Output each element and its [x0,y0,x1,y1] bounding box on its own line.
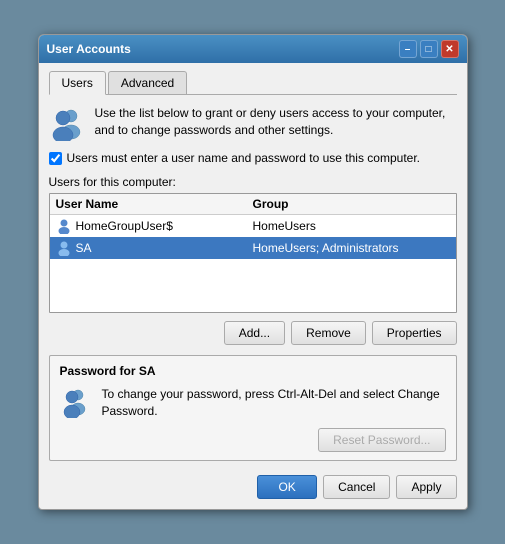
users-table: User Name Group HomeGroupUser$ HomeUsers [49,193,457,313]
row1-group: HomeUsers [253,219,450,233]
cancel-button[interactable]: Cancel [323,475,390,499]
reset-password-button[interactable]: Reset Password... [318,428,445,452]
users-icon [49,105,85,141]
col-header-username: User Name [56,197,253,211]
row2-group: HomeUsers; Administrators [253,241,450,255]
tab-bar: Users Advanced [49,71,457,95]
tab-advanced[interactable]: Advanced [108,71,187,94]
tab-users[interactable]: Users [49,71,106,95]
window-title: User Accounts [47,42,131,56]
password-content: To change your password, press Ctrl-Alt-… [60,386,446,452]
minimize-button[interactable]: – [399,40,417,58]
col-header-group: Group [253,197,450,211]
users-table-header: User Name Group [50,194,456,215]
password-section: Password for SA To change your password,… [49,355,457,461]
row1-user-icon [56,218,72,234]
window-content: Users Advanced Use the list below to gra… [39,63,467,509]
user-accounts-window: User Accounts – □ ✕ Users Advanced [38,34,468,510]
password-section-title: Password for SA [60,364,446,378]
must-login-label: Users must enter a user name and passwor… [67,151,421,165]
window-controls: – □ ✕ [399,40,459,58]
row2-name: SA [56,240,253,256]
description-area: Use the list below to grant or deny user… [49,105,457,141]
password-user-icon [60,386,92,421]
table-buttons-row: Add... Remove Properties [49,321,457,345]
maximize-button[interactable]: □ [420,40,438,58]
title-bar: User Accounts – □ ✕ [39,35,467,63]
password-btn-row: Reset Password... [102,428,446,452]
password-right: To change your password, press Ctrl-Alt-… [102,386,446,452]
password-text: To change your password, press Ctrl-Alt-… [102,387,440,418]
ok-button[interactable]: OK [257,475,317,499]
table-row[interactable]: SA HomeUsers; Administrators [50,237,456,259]
properties-button[interactable]: Properties [372,321,457,345]
apply-button[interactable]: Apply [396,475,456,499]
table-row[interactable]: HomeGroupUser$ HomeUsers [50,215,456,237]
bottom-buttons: OK Cancel Apply [49,471,457,499]
description-text: Use the list below to grant or deny user… [95,105,457,139]
remove-button[interactable]: Remove [291,321,366,345]
must-login-checkbox[interactable] [49,152,62,165]
checkbox-row: Users must enter a user name and passwor… [49,151,457,165]
row2-user-icon [56,240,72,256]
users-section-label: Users for this computer: [49,175,457,189]
add-button[interactable]: Add... [224,321,285,345]
row1-name: HomeGroupUser$ [56,218,253,234]
close-button[interactable]: ✕ [441,40,459,58]
